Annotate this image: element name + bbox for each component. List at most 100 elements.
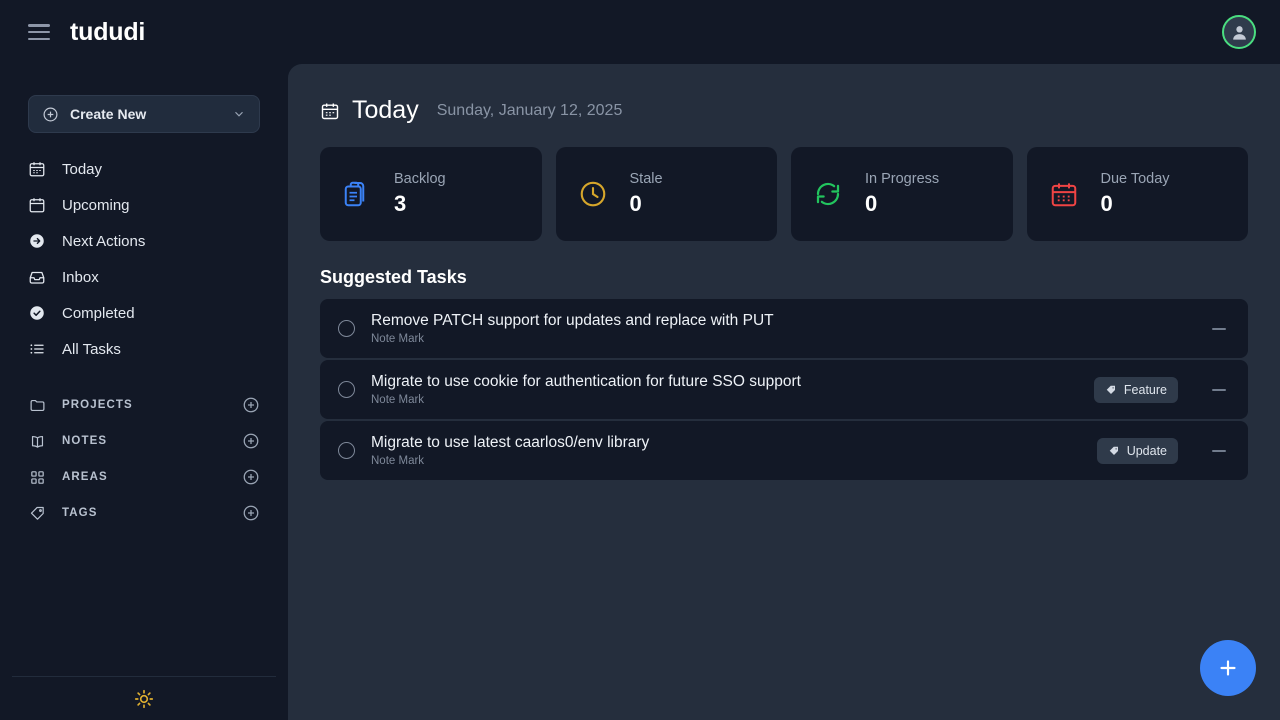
sidebar-item-label: Completed <box>62 304 135 322</box>
top-bar: tududi <box>0 0 1280 64</box>
circle-checkbox-icon[interactable] <box>338 381 355 398</box>
folder-icon <box>28 396 46 414</box>
sidebar-item-next-actions[interactable]: Next Actions <box>18 223 270 259</box>
chevron-down-icon <box>235 111 243 117</box>
section-label: PROJECTS <box>62 399 133 411</box>
suggested-tasks-list: Remove PATCH support for updates and rep… <box>320 299 1248 480</box>
main-content: Today Sunday, January 12, 2025 Backlog 3 <box>288 64 1280 720</box>
sidebar-item-inbox[interactable]: Inbox <box>18 259 270 295</box>
metric-label: Stale <box>629 171 663 187</box>
sidebar-section-notes[interactable]: NOTES <box>18 423 270 459</box>
task-subtitle: Note Mark <box>371 333 425 345</box>
calendar-today-icon <box>28 160 46 178</box>
status-badge[interactable]: Feature <box>1093 376 1178 403</box>
avatar[interactable] <box>1222 15 1256 49</box>
minus-icon[interactable] <box>1212 388 1226 391</box>
sidebar: Create New Today Upcoming Next Actions I… <box>0 64 288 720</box>
section-label: AREAS <box>62 471 108 483</box>
metric-card-backlog[interactable]: Backlog 3 <box>320 147 542 241</box>
task-subtitle: Note Mark <box>371 455 425 467</box>
task-meta: Migrate to use latest caarlos0/env libra… <box>371 434 1081 467</box>
metric-label: Due Today <box>1100 171 1170 187</box>
metric-text: In Progress 0 <box>865 171 939 217</box>
status-badge[interactable]: Update <box>1096 437 1178 464</box>
squares-grid-icon <box>28 468 46 486</box>
user-avatar-icon <box>1232 25 1246 40</box>
metric-card-stale[interactable]: Stale 0 <box>555 147 777 241</box>
sidebar-section-projects[interactable]: PROJECTS <box>18 387 270 423</box>
hamburger-menu-icon[interactable] <box>28 24 50 40</box>
circle-checkbox-icon[interactable] <box>338 320 355 337</box>
sidebar-item-all-tasks[interactable]: All Tasks <box>18 331 270 367</box>
inbox-icon <box>28 268 46 286</box>
page-header: Today Sunday, January 12, 2025 <box>320 96 1248 125</box>
create-new-label: Create New <box>70 106 147 122</box>
metric-label: Backlog <box>394 171 446 187</box>
task-meta: Remove PATCH support for updates and rep… <box>371 312 1178 345</box>
minus-icon[interactable] <box>1212 327 1226 330</box>
metric-value: 0 <box>1100 191 1113 216</box>
metric-label: In Progress <box>865 171 940 187</box>
sidebar-footer <box>12 676 276 720</box>
metric-card-due-today[interactable]: Due Today 0 <box>1026 147 1248 241</box>
metric-text: Backlog 3 <box>394 171 446 217</box>
clipboard-list-icon <box>344 181 365 207</box>
table-row[interactable]: Remove PATCH support for updates and rep… <box>320 299 1248 358</box>
suggested-tasks-title: Suggested Tasks <box>320 267 467 287</box>
sidebar-section-tags[interactable]: TAGS <box>18 495 270 531</box>
app-root: tududi Create New Today Upcoming Next Ac… <box>0 0 1280 720</box>
calendar-icon <box>28 196 46 214</box>
list-icon <box>28 340 46 358</box>
book-open-icon <box>28 432 46 450</box>
add-area-button[interactable] <box>242 468 260 486</box>
section-label: NOTES <box>62 435 108 447</box>
minus-icon[interactable] <box>1212 449 1226 452</box>
metric-cards: Backlog 3 Stale 0 In Progress 0 Due Toda… <box>320 147 1248 241</box>
app-brand: tududi <box>70 17 146 46</box>
sidebar-item-today[interactable]: Today <box>18 151 270 187</box>
plus-icon <box>1220 660 1236 676</box>
check-circle-icon <box>28 304 46 322</box>
tag-icon <box>28 504 46 522</box>
create-new-button[interactable]: Create New <box>28 95 260 133</box>
sidebar-item-label: Next Actions <box>62 232 146 250</box>
metric-text: Due Today 0 <box>1101 171 1170 217</box>
sidebar-item-upcoming[interactable]: Upcoming <box>18 187 270 223</box>
tag-icon <box>1109 446 1118 455</box>
add-note-button[interactable] <box>242 432 260 450</box>
add-tag-button[interactable] <box>242 504 260 522</box>
sidebar-item-label: Inbox <box>62 268 99 286</box>
add-project-button[interactable] <box>242 396 260 414</box>
metric-value: 3 <box>394 191 407 216</box>
section-label: TAGS <box>62 507 98 519</box>
sun-icon[interactable] <box>133 688 155 710</box>
sidebar-item-label: All Tasks <box>62 340 121 358</box>
task-title: Migrate to use latest caarlos0/env libra… <box>371 434 650 451</box>
arrow-right-circle-icon <box>28 232 46 250</box>
calendar-due-icon <box>1051 183 1076 207</box>
metric-value: 0 <box>629 191 642 216</box>
task-title: Remove PATCH support for updates and rep… <box>371 312 774 329</box>
plus-circle-icon <box>43 107 58 121</box>
table-row[interactable]: Migrate to use cookie for authentication… <box>320 360 1248 419</box>
page-title: Today <box>352 96 419 124</box>
task-subtitle: Note Mark <box>371 394 425 406</box>
tag-label: Update <box>1126 443 1167 458</box>
sidebar-nav: Today Upcoming Next Actions Inbox Comple… <box>0 151 288 367</box>
metric-value: 0 <box>865 191 878 216</box>
metric-card-in-progress[interactable]: In Progress 0 <box>791 147 1013 241</box>
sidebar-sections: PROJECTS NOTES AREAS TAGS <box>0 387 288 531</box>
add-task-fab[interactable] <box>1200 640 1256 696</box>
metric-text: Stale 0 <box>630 171 663 217</box>
calendar-today-icon <box>321 103 339 119</box>
sidebar-item-completed[interactable]: Completed <box>18 295 270 331</box>
clock-icon <box>580 181 605 207</box>
sidebar-item-label: Upcoming <box>62 196 130 214</box>
task-title: Migrate to use cookie for authentication… <box>371 373 801 390</box>
body-container: Create New Today Upcoming Next Actions I… <box>0 64 1280 720</box>
sidebar-section-areas[interactable]: AREAS <box>18 459 270 495</box>
tag-label: Feature <box>1123 382 1167 397</box>
circle-checkbox-icon[interactable] <box>338 442 355 459</box>
table-row[interactable]: Migrate to use latest caarlos0/env libra… <box>320 421 1248 480</box>
